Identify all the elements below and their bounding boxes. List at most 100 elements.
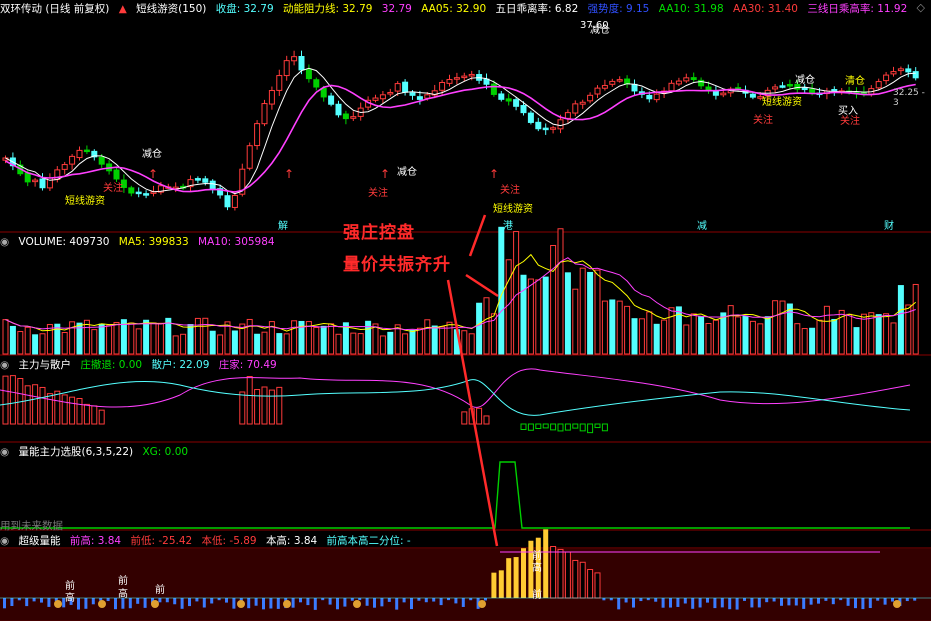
diamond-icon[interactable]: ◇ <box>917 1 925 14</box>
candle <box>594 87 601 95</box>
volume-bar <box>187 324 194 355</box>
v3-value: 32.79 <box>381 3 412 15</box>
candle <box>505 98 512 102</box>
candle <box>890 71 897 75</box>
volume-bar <box>875 314 882 355</box>
candle <box>653 93 660 101</box>
chaoji-yellow-bar <box>506 558 512 598</box>
volume-bar <box>416 327 423 355</box>
chaoji-blue-bar <box>328 598 332 605</box>
volume-bar <box>476 302 483 355</box>
chaoji-blue-bar <box>306 598 310 606</box>
volume-bar <box>772 300 779 355</box>
candle <box>683 77 690 82</box>
chaoji-blue-bar <box>824 598 828 601</box>
candle <box>143 193 150 196</box>
chaoji-blue-bar <box>750 598 754 608</box>
volume-bar <box>727 305 734 355</box>
zhuli-neg-bar <box>527 423 534 431</box>
candle <box>875 81 882 89</box>
up-arrow-icon: ↑ <box>489 167 499 181</box>
chaoji-red-bar <box>564 551 571 599</box>
candle <box>298 56 305 71</box>
chaoji-blue-bar <box>698 598 702 608</box>
chaoji-blue-bar <box>831 598 835 605</box>
zhuli-neg-bar <box>550 423 557 431</box>
volume-bar <box>683 324 690 355</box>
chaoji-blue-bar <box>380 598 384 607</box>
up-arrow-icon[interactable]: ▲ <box>119 3 127 15</box>
volume-bar <box>816 319 823 355</box>
zhuli-bar <box>98 409 105 425</box>
chaoji-blue-bar <box>691 598 695 609</box>
chaoji-red-bar <box>572 559 579 599</box>
ma10-value: MA10: 305984 <box>198 236 275 248</box>
chaoji-blue-bar <box>861 598 865 610</box>
chaoji-title: 超级量能 <box>18 535 61 547</box>
chaoji-panel-header: ◉ 超级量能 前高: 3.84 前低: -25.42 本低: -5.89 本高:… <box>0 534 417 548</box>
candle <box>61 164 68 170</box>
chaoji-red-bar <box>550 545 557 599</box>
zhuli-bar <box>461 411 468 425</box>
zhuli-neg-bar <box>601 423 608 432</box>
chaoji-blue-bar <box>128 598 132 609</box>
stock-title[interactable]: 双环传动 (日线 前复权) <box>0 3 109 15</box>
marker-cai: 财 <box>884 219 894 232</box>
volume-bar <box>9 325 16 355</box>
chaoji-blue-bar <box>195 598 199 602</box>
youzi-label: 短线游资 <box>65 194 105 207</box>
volume-bar <box>254 333 261 355</box>
volume-bar <box>113 321 120 355</box>
chaoji-blue-bar <box>854 598 857 609</box>
zhuang-exit-value: 庄撤退: 0.00 <box>80 359 143 371</box>
volume-bar <box>764 316 771 355</box>
candle <box>675 80 682 85</box>
three-line-value: 三线日乘高率: 11.92 <box>807 3 908 15</box>
candle <box>912 71 919 79</box>
indicator-name[interactable]: 短线游资(150) <box>136 3 206 15</box>
volume-bar <box>431 325 438 355</box>
volume-bar <box>609 299 616 355</box>
candle <box>342 113 349 120</box>
qian-mark: 前 <box>65 579 75 592</box>
volume-bar <box>157 322 164 355</box>
chaoji-yellow-bar <box>543 529 549 598</box>
candle <box>209 180 216 190</box>
chaoji-blue-bar <box>365 598 369 606</box>
volume-bar <box>638 318 645 355</box>
chaoji-blue-bar <box>417 598 421 601</box>
panel-toggle-icon[interactable]: ◉ <box>0 359 9 371</box>
right-price-label: 32.25 - 3 <box>893 88 925 108</box>
money-bag-icon <box>98 600 106 608</box>
xg-line <box>0 461 910 529</box>
candle <box>69 155 76 165</box>
candle <box>350 116 357 119</box>
chaoji-blue-bar <box>40 598 43 603</box>
chaoji-blue-bar <box>891 598 894 602</box>
chaoji-blue-bar <box>424 598 428 603</box>
future-data-note: 用到未来数据 <box>0 520 63 532</box>
volume-bar <box>690 313 697 355</box>
chaoji-blue-bar <box>47 598 51 607</box>
candle <box>394 83 401 92</box>
chaoji-blue-bar <box>602 598 606 601</box>
volume-bar <box>128 322 135 355</box>
candle <box>224 195 231 208</box>
panel-toggle-icon[interactable]: ◉ <box>0 446 9 458</box>
zhuli-bar <box>69 396 76 425</box>
chart-canvas[interactable]: 减仓减仓减仓减仓关注 关注 关注关注 关注买入清仓短线游资短线游资短线游资解港减财↑ ↑… <box>0 0 931 621</box>
volume-bar <box>39 333 46 355</box>
candle <box>883 74 890 82</box>
candle <box>483 78 490 85</box>
candle <box>409 92 416 96</box>
guanzhu-label: 关注 <box>103 181 123 194</box>
volume-bar <box>779 300 786 355</box>
candle <box>809 88 816 94</box>
volume-bar <box>150 322 157 355</box>
panel-toggle-icon[interactable]: ◉ <box>0 236 9 248</box>
chaoji-blue-bar <box>410 598 413 610</box>
volume-bar <box>557 228 564 355</box>
chaoji-blue-bar <box>683 598 687 604</box>
panel-toggle-icon[interactable]: ◉ <box>0 535 9 547</box>
candle <box>76 149 83 159</box>
